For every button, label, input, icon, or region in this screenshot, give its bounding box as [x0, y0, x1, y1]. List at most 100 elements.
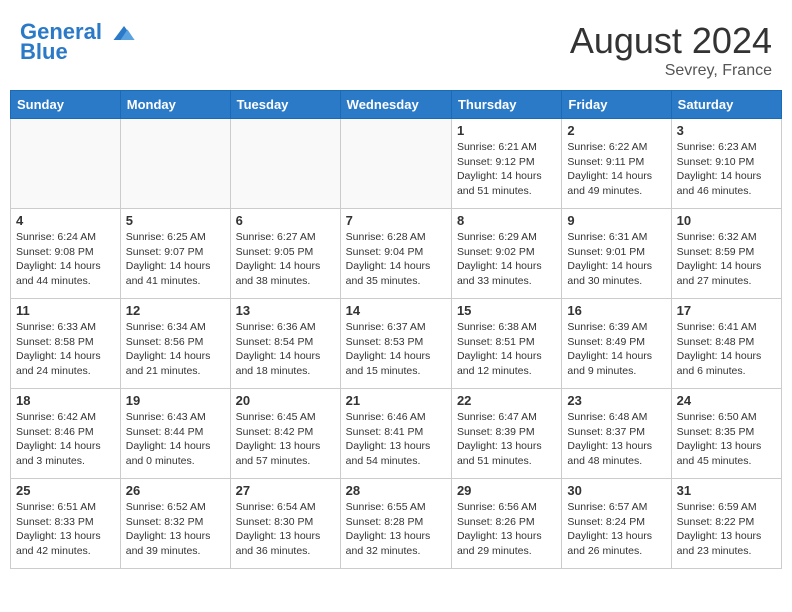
- day-number: 25: [16, 483, 115, 498]
- calendar-cell: 6Sunrise: 6:27 AM Sunset: 9:05 PM Daylig…: [230, 209, 340, 299]
- calendar-body: 1Sunrise: 6:21 AM Sunset: 9:12 PM Daylig…: [11, 119, 782, 569]
- day-info: Sunrise: 6:39 AM Sunset: 8:49 PM Dayligh…: [567, 320, 665, 379]
- calendar-cell: 13 Sunrise: 6:36 AM Sunset: 8:54 PM Dayli…: [230, 299, 340, 389]
- day-info: Sunrise: 6:37 AM Sunset: 8:53 PM Dayligh…: [346, 320, 446, 379]
- calendar-cell: 18 Sunrise: 6:42 AM Sunset: 8:46 PM Dayli…: [11, 389, 121, 479]
- calendar-cell: 27 Sunrise: 6:54 AM Sunset: 8:30 PM Dayli…: [230, 479, 340, 569]
- calendar-cell: [230, 119, 340, 209]
- day-number: 20: [236, 393, 335, 408]
- day-number: 23: [567, 393, 665, 408]
- day-number: 19: [126, 393, 225, 408]
- calendar-cell: 21Sunrise: 6:46 AM Sunset: 8:41 PM Dayli…: [340, 389, 451, 479]
- calendar-cell: 7 Sunrise: 6:28 AM Sunset: 9:04 PM Daylig…: [340, 209, 451, 299]
- day-info: Sunrise: 6:32 AM Sunset: 8:59 PM Dayligh…: [677, 230, 776, 289]
- day-info: Sunrise: 6:42 AM Sunset: 8:46 PM Dayligh…: [16, 410, 115, 469]
- day-number: 7: [346, 213, 446, 228]
- dow-sunday: Sunday: [11, 91, 121, 119]
- calendar-cell: 8 Sunrise: 6:29 AM Sunset: 9:02 PM Daylig…: [451, 209, 561, 299]
- day-info: Sunrise: 6:38 AM Sunset: 8:51 PM Dayligh…: [457, 320, 556, 379]
- calendar-cell: 16 Sunrise: 6:39 AM Sunset: 8:49 PM Dayli…: [562, 299, 671, 389]
- day-info: Sunrise: 6:34 AM Sunset: 8:56 PM Dayligh…: [126, 320, 225, 379]
- calendar-cell: 23 Sunrise: 6:48 AM Sunset: 8:37 PM Dayli…: [562, 389, 671, 479]
- day-info: Sunrise: 6:28 AM Sunset: 9:04 PM Dayligh…: [346, 230, 446, 289]
- day-number: 28: [346, 483, 446, 498]
- page-header: General Blue August 2024 Sevrey, France: [10, 10, 782, 85]
- day-number: 30: [567, 483, 665, 498]
- calendar-cell: 26 Sunrise: 6:52 AM Sunset: 8:32 PM Dayli…: [120, 479, 230, 569]
- calendar-cell: 2 Sunrise: 6:22 AM Sunset: 9:11 PM Daylig…: [562, 119, 671, 209]
- day-info: Sunrise: 6:56 AM Sunset: 8:26 PM Dayligh…: [457, 500, 556, 559]
- location: Sevrey, France: [570, 62, 772, 80]
- calendar-cell: 30Sunrise: 6:57 AM Sunset: 8:24 PM Dayli…: [562, 479, 671, 569]
- calendar-cell: 25 Sunrise: 6:51 AM Sunset: 8:33 PM Dayli…: [11, 479, 121, 569]
- day-number: 5: [126, 213, 225, 228]
- calendar-cell: 12 Sunrise: 6:34 AM Sunset: 8:56 PM Dayli…: [120, 299, 230, 389]
- day-number: 24: [677, 393, 776, 408]
- day-number: 17: [677, 303, 776, 318]
- calendar-cell: 11Sunrise: 6:33 AM Sunset: 8:58 PM Dayli…: [11, 299, 121, 389]
- week-row-1: 4 Sunrise: 6:24 AM Sunset: 9:08 PM Daylig…: [11, 209, 782, 299]
- day-info: Sunrise: 6:59 AM Sunset: 8:22 PM Dayligh…: [677, 500, 776, 559]
- day-number: 22: [457, 393, 556, 408]
- dow-wednesday: Wednesday: [340, 91, 451, 119]
- calendar-cell: 29Sunrise: 6:56 AM Sunset: 8:26 PM Dayli…: [451, 479, 561, 569]
- day-number: 31: [677, 483, 776, 498]
- day-number: 16: [567, 303, 665, 318]
- logo: General Blue: [20, 20, 138, 64]
- day-info: Sunrise: 6:47 AM Sunset: 8:39 PM Dayligh…: [457, 410, 556, 469]
- calendar-cell: [120, 119, 230, 209]
- day-info: Sunrise: 6:48 AM Sunset: 8:37 PM Dayligh…: [567, 410, 665, 469]
- day-info: Sunrise: 6:27 AM Sunset: 9:05 PM Dayligh…: [236, 230, 335, 289]
- calendar-cell: 19Sunrise: 6:43 AM Sunset: 8:44 PM Dayli…: [120, 389, 230, 479]
- day-number: 13: [236, 303, 335, 318]
- day-number: 4: [16, 213, 115, 228]
- calendar-cell: 20 Sunrise: 6:45 AM Sunset: 8:42 PM Dayli…: [230, 389, 340, 479]
- dow-saturday: Saturday: [671, 91, 781, 119]
- dow-monday: Monday: [120, 91, 230, 119]
- calendar-cell: 22 Sunrise: 6:47 AM Sunset: 8:39 PM Dayli…: [451, 389, 561, 479]
- day-number: 21: [346, 393, 446, 408]
- day-info: Sunrise: 6:36 AM Sunset: 8:54 PM Dayligh…: [236, 320, 335, 379]
- calendar-table: SundayMondayTuesdayWednesdayThursdayFrid…: [10, 90, 782, 569]
- calendar-cell: [11, 119, 121, 209]
- day-number: 2: [567, 123, 665, 138]
- day-number: 18: [16, 393, 115, 408]
- day-number: 8: [457, 213, 556, 228]
- day-info: Sunrise: 6:55 AM Sunset: 8:28 PM Dayligh…: [346, 500, 446, 559]
- calendar-cell: 10 Sunrise: 6:32 AM Sunset: 8:59 PM Dayli…: [671, 209, 781, 299]
- dow-thursday: Thursday: [451, 91, 561, 119]
- day-info: Sunrise: 6:52 AM Sunset: 8:32 PM Dayligh…: [126, 500, 225, 559]
- dow-tuesday: Tuesday: [230, 91, 340, 119]
- calendar-cell: 3 Sunrise: 6:23 AM Sunset: 9:10 PM Daylig…: [671, 119, 781, 209]
- day-info: Sunrise: 6:54 AM Sunset: 8:30 PM Dayligh…: [236, 500, 335, 559]
- day-info: Sunrise: 6:25 AM Sunset: 9:07 PM Dayligh…: [126, 230, 225, 289]
- week-row-2: 11Sunrise: 6:33 AM Sunset: 8:58 PM Dayli…: [11, 299, 782, 389]
- day-info: Sunrise: 6:24 AM Sunset: 9:08 PM Dayligh…: [16, 230, 115, 289]
- calendar-cell: 4 Sunrise: 6:24 AM Sunset: 9:08 PM Daylig…: [11, 209, 121, 299]
- day-number: 10: [677, 213, 776, 228]
- day-of-week-header: SundayMondayTuesdayWednesdayThursdayFrid…: [11, 91, 782, 119]
- day-info: Sunrise: 6:29 AM Sunset: 9:02 PM Dayligh…: [457, 230, 556, 289]
- week-row-3: 18 Sunrise: 6:42 AM Sunset: 8:46 PM Dayli…: [11, 389, 782, 479]
- day-number: 1: [457, 123, 556, 138]
- day-number: 15: [457, 303, 556, 318]
- day-info: Sunrise: 6:22 AM Sunset: 9:11 PM Dayligh…: [567, 140, 665, 199]
- day-info: Sunrise: 6:50 AM Sunset: 8:35 PM Dayligh…: [677, 410, 776, 469]
- calendar-cell: 9Sunrise: 6:31 AM Sunset: 9:01 PM Daylig…: [562, 209, 671, 299]
- day-info: Sunrise: 6:51 AM Sunset: 8:33 PM Dayligh…: [16, 500, 115, 559]
- day-number: 27: [236, 483, 335, 498]
- calendar-cell: 5 Sunrise: 6:25 AM Sunset: 9:07 PM Daylig…: [120, 209, 230, 299]
- calendar-cell: 24 Sunrise: 6:50 AM Sunset: 8:35 PM Dayli…: [671, 389, 781, 479]
- calendar-cell: 1Sunrise: 6:21 AM Sunset: 9:12 PM Daylig…: [451, 119, 561, 209]
- day-info: Sunrise: 6:45 AM Sunset: 8:42 PM Dayligh…: [236, 410, 335, 469]
- day-number: 3: [677, 123, 776, 138]
- day-number: 12: [126, 303, 225, 318]
- day-info: Sunrise: 6:23 AM Sunset: 9:10 PM Dayligh…: [677, 140, 776, 199]
- calendar-cell: [340, 119, 451, 209]
- day-number: 26: [126, 483, 225, 498]
- dow-friday: Friday: [562, 91, 671, 119]
- calendar-cell: 31 Sunrise: 6:59 AM Sunset: 8:22 PM Dayli…: [671, 479, 781, 569]
- day-number: 9: [567, 213, 665, 228]
- week-row-0: 1Sunrise: 6:21 AM Sunset: 9:12 PM Daylig…: [11, 119, 782, 209]
- month-title: August 2024: [570, 20, 772, 62]
